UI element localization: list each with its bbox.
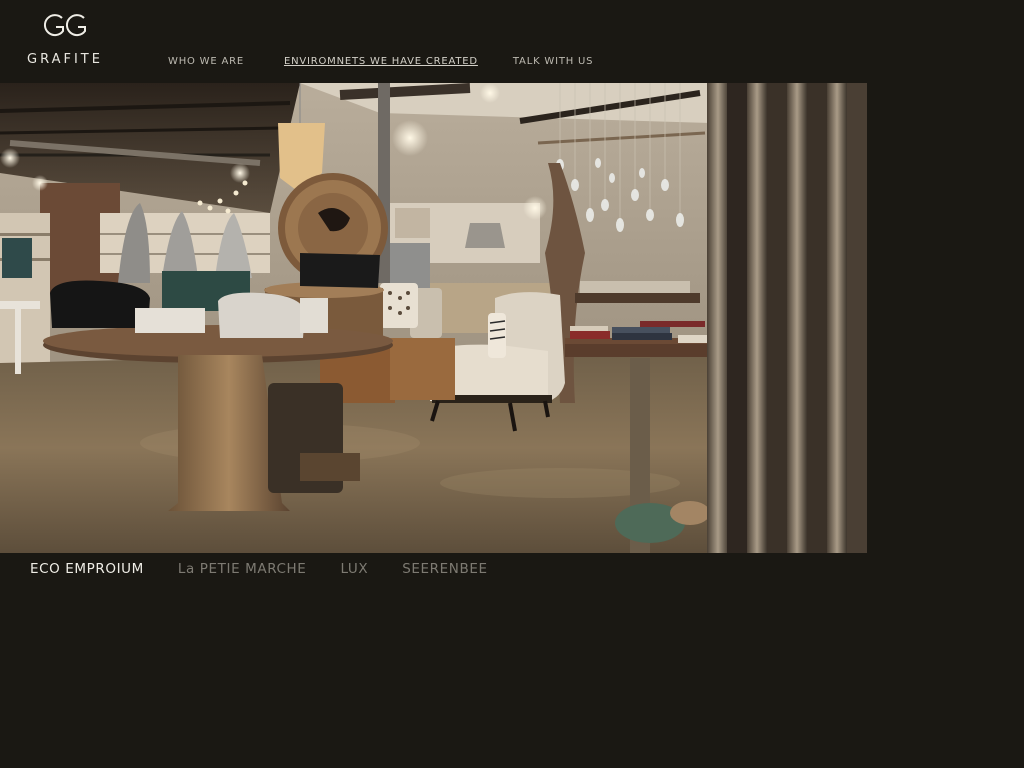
subnav-lux[interactable]: LUX xyxy=(340,561,368,577)
main-nav: WHO WE ARE ENVIROMNETS WE HAVE CREATED T… xyxy=(168,56,593,67)
environment-nav: ECO EMPROIUM La PETIE MARCHE LUX SEERENB… xyxy=(30,561,522,577)
gg-logo-icon xyxy=(43,14,86,37)
nav-who-we-are[interactable]: WHO WE ARE xyxy=(168,56,244,67)
nav-environments[interactable]: ENVIROMNETS WE HAVE CREATED xyxy=(284,56,478,67)
page: GRAFITE WHO WE ARE ENVIROMNETS WE HAVE C… xyxy=(0,0,1024,768)
logo[interactable]: GRAFITE xyxy=(20,12,110,72)
subnav-seerenbee[interactable]: SEERENBEE xyxy=(402,561,487,577)
hero-image xyxy=(0,83,867,553)
subnav-la-petie-marche[interactable]: La PETIE MARCHE xyxy=(178,561,307,577)
store-interior-photo xyxy=(0,83,867,553)
brand-name: GRAFITE xyxy=(27,52,103,67)
nav-talk-with-us[interactable]: TALK WITH US xyxy=(513,56,593,67)
subnav-eco-emproium[interactable]: ECO EMPROIUM xyxy=(30,561,144,577)
